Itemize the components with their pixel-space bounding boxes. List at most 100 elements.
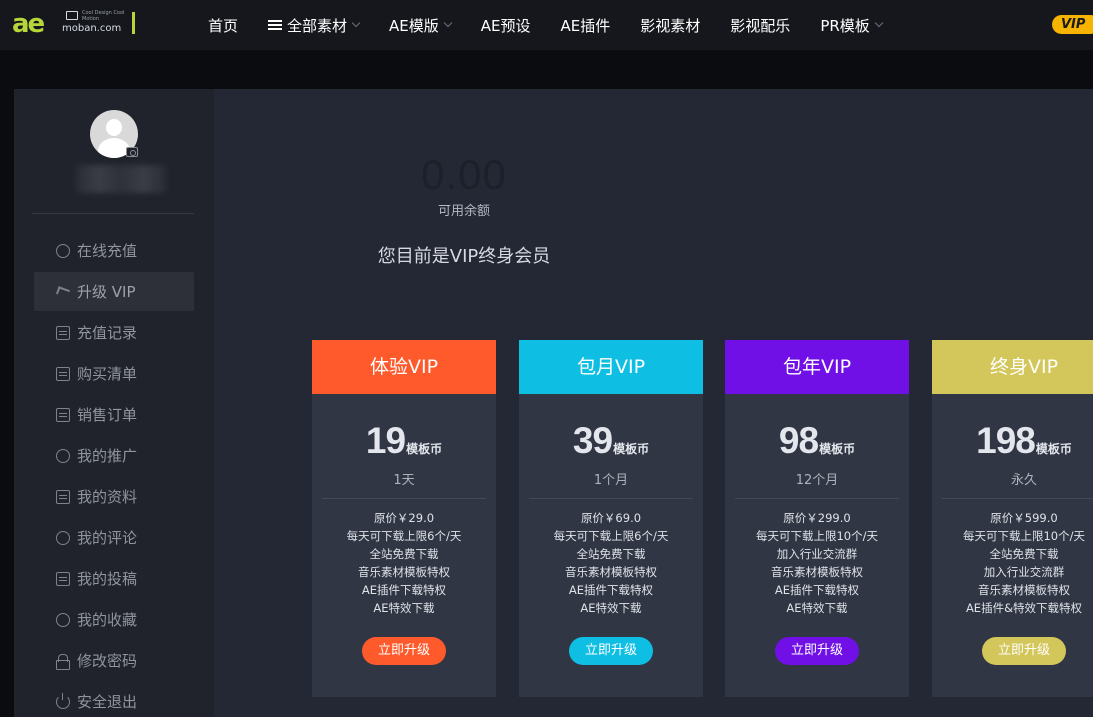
plan-name: 包年VIP bbox=[725, 340, 909, 394]
plan-feature: AE特效下载 bbox=[580, 601, 642, 615]
sidebar-item-9[interactable]: 我的收藏 bbox=[34, 600, 194, 639]
site-logo[interactable]: ae Cool Design Cool Motion moban.com bbox=[12, 9, 136, 41]
nav-item-label: AE预设 bbox=[480, 16, 531, 35]
sidebar-item-10[interactable]: 修改密码 bbox=[34, 641, 194, 680]
upgrade-now-button[interactable]: 立即升级 bbox=[775, 637, 859, 665]
plan-feature: 原价￥29.0 bbox=[373, 511, 435, 525]
vip-plan-card: 包年VIP 98模板币 12个月原价￥299.0 每天可下载上限10个/天 加入行业交流… bbox=[725, 340, 909, 697]
sidebar-item-0[interactable]: 在线充值 bbox=[34, 231, 194, 270]
logo-site-name: moban.com bbox=[62, 23, 122, 34]
upgrade-now-button[interactable]: 立即升级 bbox=[982, 637, 1066, 665]
nav-item-0[interactable]: 首页 bbox=[208, 15, 238, 36]
plan-feature: 原价￥299.0 bbox=[783, 511, 851, 525]
plan-features: 原价￥599.0 每天可下载上限10个/天 全站免费下载 加入行业交流群 音乐素材模板特… bbox=[932, 509, 1093, 617]
shield-icon bbox=[56, 243, 70, 258]
sidebar-item-label: 升级 VIP bbox=[77, 283, 136, 301]
balance-amount: 0.00 bbox=[421, 151, 507, 198]
chevron-down-icon bbox=[351, 18, 361, 28]
sidebar-divider bbox=[32, 213, 194, 214]
sidebar-item-11[interactable]: 安全退出 bbox=[34, 682, 194, 717]
nav-item-5[interactable]: 影视素材 bbox=[640, 15, 700, 36]
nav-item-2[interactable]: AE模版 bbox=[389, 15, 453, 36]
nav-item-label: AE插件 bbox=[560, 16, 611, 35]
sidebar-menu: 在线充值升级 VIP 充值记录 购买清单 销售订单我的推广我的资料我的评论我的投稿 我的… bbox=[34, 231, 194, 717]
vip-plan-card: 体验VIP 19模板币 1天 原价￥29.0 每天可下载上限6个/天 全站免费下载 音乐素材… bbox=[312, 340, 496, 697]
nav-item-4[interactable]: AE插件 bbox=[561, 15, 611, 36]
nav-item-7[interactable]: PR模板 bbox=[820, 15, 884, 36]
plan-duration: 永久 bbox=[1010, 473, 1037, 488]
sidebar-item-8[interactable]: 我的投稿 bbox=[34, 559, 194, 598]
camera-icon[interactable] bbox=[126, 147, 138, 157]
plan-feature: 加入行业交流群 bbox=[983, 565, 1065, 579]
nav-item-label: 影视配乐 bbox=[730, 16, 791, 35]
nav-item-label: AE模版 bbox=[389, 16, 439, 35]
plan-feature: AE特效下载 bbox=[786, 601, 848, 615]
card-divider bbox=[322, 498, 486, 499]
nav-item-label: PR模板 bbox=[820, 16, 870, 35]
top-navbar: ae Cool Design Cool Motion moban.com 首页 全… bbox=[0, 0, 1093, 50]
plan-price-unit: 模板币 bbox=[819, 442, 856, 456]
sidebar-item-label: 我的评论 bbox=[77, 529, 138, 547]
logo-tagline: Cool Design Cool Motion bbox=[82, 10, 125, 22]
card-divider bbox=[529, 498, 693, 499]
plan-feature: 每天可下载上限6个/天 bbox=[553, 529, 669, 543]
plan-feature: 音乐素材模板特权 bbox=[771, 565, 863, 579]
nav-item-6[interactable]: 影视配乐 bbox=[730, 15, 790, 36]
plan-duration: 1个月 bbox=[593, 473, 629, 488]
plan-feature: 全站免费下载 bbox=[576, 547, 646, 561]
sidebar-item-5[interactable]: 我的推广 bbox=[34, 436, 194, 475]
avatar-head bbox=[106, 119, 122, 136]
plan-name: 体验VIP bbox=[312, 340, 496, 394]
sidebar-item-7[interactable]: 我的评论 bbox=[34, 518, 194, 557]
sidebar-item-4[interactable]: 销售订单 bbox=[34, 395, 194, 434]
balance-label: 可用余额 bbox=[437, 204, 490, 219]
plan-features: 原价￥299.0 每天可下载上限10个/天 加入行业交流群 音乐素材模板特权 AE插件下… bbox=[725, 509, 909, 617]
upgrade-now-button[interactable]: 立即升级 bbox=[569, 637, 653, 665]
plan-price: 39 bbox=[572, 420, 613, 461]
main-nav: 首页 全部素材 AE模版 AE预设 AE插件 影视素材 影视配乐 PR模板 bbox=[208, 0, 912, 50]
logo-monitor-icon bbox=[66, 11, 78, 20]
chevron-down-icon bbox=[874, 18, 884, 28]
plan-price-unit: 模板币 bbox=[1035, 442, 1072, 456]
nav-item-3[interactable]: AE预设 bbox=[481, 15, 531, 36]
sidebar-item-label: 我的推广 bbox=[77, 447, 138, 465]
plan-feature: 音乐素材模板特权 bbox=[358, 565, 450, 579]
plan-feature: 原价￥599.0 bbox=[990, 511, 1058, 525]
nav-item-label: 首页 bbox=[208, 16, 239, 35]
main-content: 0.00 可用余额 您目前是VIP终身会员 体验VIP 19模板币 1天 原价￥29.… bbox=[214, 89, 1093, 717]
power-icon bbox=[56, 692, 70, 709]
receipt-icon bbox=[56, 325, 70, 340]
comment-icon bbox=[56, 530, 70, 545]
plan-feature: AE插件&特效下载特权 bbox=[965, 601, 1083, 615]
nav-item-1[interactable]: 全部素材 bbox=[268, 15, 361, 36]
plan-price: 19 bbox=[365, 420, 406, 461]
plan-duration: 12个月 bbox=[795, 473, 839, 488]
member-status: 您目前是VIP终身会员 bbox=[377, 246, 551, 267]
upgrade-now-button[interactable]: 立即升级 bbox=[362, 637, 446, 665]
plan-feature: 音乐素材模板特权 bbox=[565, 565, 657, 579]
plan-name: 终身VIP bbox=[932, 340, 1093, 394]
username-blurred bbox=[76, 165, 166, 193]
list-icon bbox=[268, 19, 283, 31]
card-divider bbox=[735, 498, 899, 499]
plan-feature: 音乐素材模板特权 bbox=[978, 583, 1070, 597]
plan-feature: 全站免费下载 bbox=[369, 547, 439, 561]
plan-price-row: 19模板币 bbox=[312, 420, 496, 462]
list-icon bbox=[56, 366, 70, 381]
sidebar-item-2[interactable]: 充值记录 bbox=[34, 313, 194, 352]
sidebar-item-1[interactable]: 升级 VIP bbox=[34, 272, 194, 311]
card-divider bbox=[942, 498, 1093, 499]
vip-plan-card: 包月VIP 39模板币 1个月 原价￥69.0 每天可下载上限6个/天 全站免费下载 音乐素… bbox=[519, 340, 703, 697]
plan-name: 包月VIP bbox=[519, 340, 703, 394]
plan-feature: AE特效下载 bbox=[373, 601, 435, 615]
sidebar-item-3[interactable]: 购买清单 bbox=[34, 354, 194, 393]
sidebar-item-6[interactable]: 我的资料 bbox=[34, 477, 194, 516]
plan-feature: 全站免费下载 bbox=[989, 547, 1059, 561]
vip-badge[interactable]: VIP bbox=[1052, 15, 1093, 34]
vip-plan-cards: 体验VIP 19模板币 1天 原价￥29.0 每天可下载上限6个/天 全站免费下载 音乐素材… bbox=[312, 340, 1093, 700]
plan-price: 98 bbox=[778, 420, 819, 461]
plan-price-unit: 模板币 bbox=[613, 442, 650, 456]
profile-card-icon bbox=[56, 489, 70, 504]
nav-item-label: 影视素材 bbox=[640, 16, 701, 35]
order-icon bbox=[56, 407, 70, 422]
